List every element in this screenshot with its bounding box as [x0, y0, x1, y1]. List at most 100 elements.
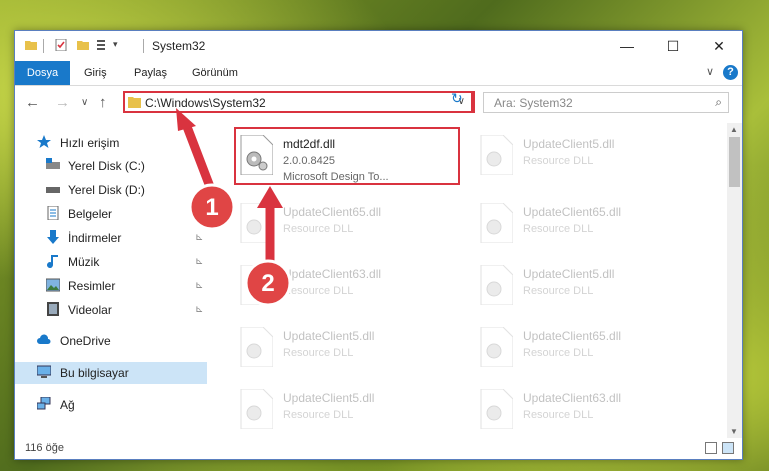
file-item[interactable]: UpdateClient65.dll Resource DLL	[233, 199, 463, 255]
file-item[interactable]: UpdateClient65.dll Resource DLL	[473, 323, 703, 379]
pin-icon[interactable]: ⊾	[195, 275, 203, 297]
sidebar-item-this-pc[interactable]: Bu bilgisayar	[15, 362, 207, 384]
file-description: Resource DLL	[283, 223, 354, 235]
pictures-icon	[46, 278, 60, 292]
sidebar-item-label: Müzik	[68, 255, 100, 269]
navigation-pane: Hızlı erişim Yerel Disk (C:) Yerel Disk …	[15, 123, 207, 438]
help-button[interactable]: ?	[723, 65, 738, 80]
scroll-up-icon[interactable]: ▲	[730, 125, 738, 134]
sidebar-item-pictures[interactable]: Resimler ⊾	[15, 275, 207, 297]
window-title: System32	[152, 39, 206, 53]
file-description: Resource DLL	[283, 285, 354, 297]
up-button[interactable]: ↑	[99, 94, 107, 111]
file-name: UpdateClient5.dll	[283, 391, 375, 405]
file-description: Resource DLL	[283, 347, 354, 359]
sidebar-item-downloads[interactable]: İndirmeler ⊾	[15, 227, 207, 249]
file-item[interactable]: UpdateClient5.dll Resource DLL	[473, 131, 703, 187]
vertical-scrollbar[interactable]: ▲ ▼	[727, 123, 742, 438]
sidebar-item-local-disk-c[interactable]: Yerel Disk (C:)	[15, 155, 207, 177]
file-highlight-box	[234, 127, 460, 185]
minimize-button[interactable]: —	[604, 31, 650, 61]
sidebar-item-videos[interactable]: Videolar ⊾	[15, 299, 207, 321]
maximize-button[interactable]: ☐	[650, 31, 696, 61]
file-item[interactable]: UpdateClient65.dll Resource DLL	[473, 199, 703, 255]
file-description: Resource DLL	[523, 285, 594, 297]
file-name: UpdateClient5.dll	[283, 329, 375, 343]
documents-icon	[47, 206, 59, 220]
customize-qat-icon[interactable]	[97, 39, 109, 51]
file-name: UpdateClient65.dll	[523, 329, 622, 343]
details-view-icon[interactable]	[705, 442, 717, 454]
tab-dosya[interactable]: Dosya	[15, 61, 70, 85]
file-item[interactable]: UpdateClient63.dll Resource DLL	[233, 261, 463, 317]
dll-file-icon	[240, 203, 273, 243]
sidebar-item-documents[interactable]: Belgeler ⊾	[15, 203, 207, 225]
address-path: C:\Windows\System32	[145, 96, 266, 110]
scroll-thumb[interactable]	[729, 137, 740, 187]
sidebar-item-label: Resimler	[68, 279, 116, 293]
new-folder-icon[interactable]	[77, 39, 89, 51]
tab-gorunum[interactable]: Görünüm	[192, 61, 238, 85]
close-button[interactable]: ✕	[696, 31, 742, 61]
sidebar-item-network[interactable]: Ağ	[15, 394, 207, 416]
file-description: Resource DLL	[523, 409, 594, 421]
recent-locations-button[interactable]: ∨	[81, 97, 88, 108]
download-icon	[47, 230, 59, 244]
search-icon[interactable]: ⌕	[715, 95, 722, 110]
tab-paylas[interactable]: Paylaş	[134, 61, 167, 85]
properties-icon[interactable]	[55, 39, 67, 51]
tab-giris[interactable]: Giriş	[84, 61, 107, 85]
sidebar-item-music[interactable]: Müzik ⊾	[15, 251, 207, 273]
drive-icon	[46, 187, 60, 193]
star-icon	[37, 135, 51, 148]
videos-icon	[47, 302, 59, 316]
dll-file-icon	[480, 135, 513, 175]
status-bar: 116 öğe	[15, 439, 742, 459]
file-name: UpdateClient63.dll	[283, 267, 382, 281]
scroll-down-icon[interactable]: ▼	[730, 427, 738, 436]
file-item[interactable]: UpdateClient5.dll Resource DLL	[473, 261, 703, 317]
dll-file-icon	[240, 265, 273, 305]
ribbon: Dosya Giriş Paylaş Görünüm ∨ ?	[15, 61, 742, 86]
refresh-button[interactable]: ↻	[451, 90, 463, 107]
title-bar: ▾ System32 — ☐ ✕	[15, 31, 742, 61]
sidebar-item-label: Belgeler	[68, 207, 113, 221]
music-icon	[47, 255, 58, 268]
ribbon-expand-icon[interactable]: ∨	[706, 65, 714, 78]
forward-button[interactable]: →	[55, 94, 70, 111]
qat-dropdown-icon[interactable]: ▾	[113, 39, 118, 50]
sidebar-item-quick-access[interactable]: Hızlı erişim	[15, 132, 207, 154]
file-name: UpdateClient5.dll	[523, 267, 615, 281]
file-name: UpdateClient63.dll	[523, 391, 622, 405]
dll-file-icon	[480, 389, 513, 429]
sidebar-item-label: Yerel Disk (D:)	[68, 183, 145, 197]
sidebar-item-local-disk-d[interactable]: Yerel Disk (D:)	[15, 179, 207, 201]
sidebar-item-label: Ağ	[60, 398, 75, 412]
pin-icon[interactable]: ⊾	[195, 203, 203, 225]
dll-file-icon	[480, 203, 513, 243]
search-box[interactable]: Ara: System32 ⌕	[483, 92, 729, 113]
sidebar-item-label: İndirmeler	[68, 231, 122, 245]
file-item[interactable]: UpdateClient5.dll Resource DLL	[233, 323, 463, 379]
file-description: Resource DLL	[523, 347, 594, 359]
dll-file-icon	[240, 327, 273, 367]
dll-file-icon	[480, 327, 513, 367]
item-count: 116 öğe	[25, 442, 64, 454]
pin-icon[interactable]: ⊾	[195, 227, 203, 249]
address-bar[interactable]: C:\Windows\System32 ∨	[123, 91, 473, 113]
folder-icon[interactable]	[25, 39, 37, 51]
dll-file-icon	[480, 265, 513, 305]
file-item[interactable]: UpdateClient63.dll Resource DLL	[473, 385, 703, 441]
pin-icon[interactable]: ⊾	[195, 299, 203, 321]
sidebar-item-label: Videolar	[68, 303, 112, 317]
cloud-icon	[37, 334, 51, 344]
sidebar-item-label: Yerel Disk (C:)	[68, 159, 145, 173]
sidebar-item-label: OneDrive	[60, 334, 111, 348]
back-button[interactable]: ←	[25, 94, 40, 111]
sidebar-item-onedrive[interactable]: OneDrive	[15, 330, 207, 352]
file-item[interactable]: UpdateClient5.dll Resource DLL	[233, 385, 463, 441]
search-input[interactable]: Ara: System32	[494, 96, 573, 110]
large-icons-view-icon[interactable]	[722, 442, 734, 454]
file-name: UpdateClient5.dll	[523, 137, 615, 151]
pin-icon[interactable]: ⊾	[195, 251, 203, 273]
